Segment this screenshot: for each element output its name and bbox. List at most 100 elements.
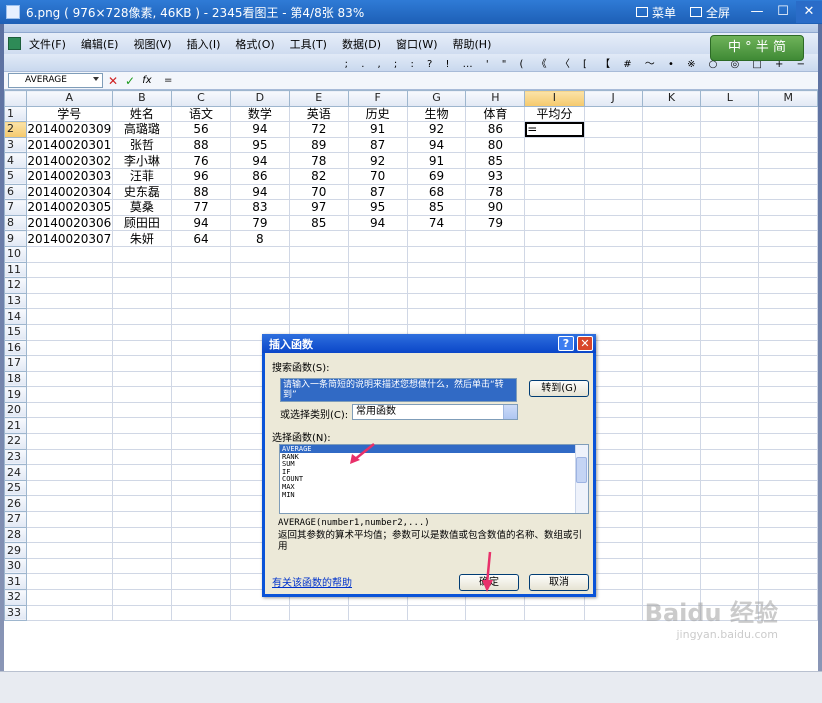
cell[interactable] bbox=[700, 464, 760, 481]
row-header[interactable]: 29 bbox=[4, 542, 27, 559]
cell[interactable] bbox=[25, 401, 113, 419]
help-icon[interactable]: ? bbox=[558, 336, 574, 351]
cell[interactable] bbox=[758, 292, 818, 310]
cell[interactable] bbox=[700, 557, 760, 575]
cell[interactable]: 76 bbox=[171, 152, 231, 169]
cell[interactable] bbox=[406, 277, 467, 294]
cell[interactable]: 20140020305 bbox=[25, 199, 113, 216]
cell[interactable]: 78 bbox=[465, 183, 526, 201]
dialog-close-icon[interactable]: ✕ bbox=[577, 336, 593, 351]
cell[interactable]: 语文 bbox=[171, 105, 231, 123]
cell[interactable] bbox=[583, 261, 643, 279]
column-header[interactable]: K bbox=[641, 90, 702, 107]
search-function-input[interactable]: 请输入一条简短的说明来描述您想做什么，然后单击“转到” bbox=[280, 378, 517, 402]
cell[interactable] bbox=[700, 183, 760, 201]
cell[interactable] bbox=[700, 433, 760, 450]
cell[interactable]: 69 bbox=[406, 167, 467, 185]
cell[interactable] bbox=[583, 604, 643, 622]
cell[interactable] bbox=[171, 589, 231, 606]
cell[interactable] bbox=[700, 542, 760, 559]
menu-data[interactable]: 数据(D) bbox=[342, 36, 381, 52]
cell[interactable] bbox=[524, 245, 585, 263]
cell[interactable] bbox=[229, 245, 290, 263]
cell[interactable] bbox=[347, 308, 408, 325]
cell[interactable]: 英语 bbox=[288, 105, 349, 123]
cell[interactable]: 91 bbox=[406, 152, 467, 169]
cell[interactable]: 85 bbox=[465, 152, 526, 169]
cell[interactable] bbox=[288, 277, 349, 294]
row-header[interactable]: 16 bbox=[4, 339, 27, 357]
cell[interactable] bbox=[171, 370, 231, 388]
cell[interactable] bbox=[700, 214, 760, 232]
row-header[interactable]: 13 bbox=[4, 292, 27, 310]
cell[interactable]: 20140020302 bbox=[25, 152, 113, 169]
cell[interactable] bbox=[25, 433, 113, 450]
cell[interactable] bbox=[288, 245, 349, 263]
cell[interactable]: 朱妍 bbox=[111, 230, 173, 247]
cell[interactable]: 85 bbox=[406, 199, 467, 216]
cell[interactable] bbox=[25, 245, 113, 263]
cell[interactable] bbox=[758, 557, 818, 575]
cell[interactable] bbox=[641, 573, 702, 590]
cell[interactable] bbox=[465, 308, 526, 325]
cell[interactable] bbox=[641, 401, 702, 419]
cell[interactable]: 68 bbox=[406, 183, 467, 201]
cell[interactable] bbox=[641, 464, 702, 481]
cell[interactable] bbox=[171, 495, 231, 513]
cell[interactable] bbox=[25, 511, 113, 528]
cell[interactable] bbox=[347, 604, 408, 622]
cell[interactable] bbox=[111, 308, 173, 325]
cell[interactable] bbox=[641, 183, 702, 201]
cell[interactable] bbox=[641, 121, 702, 138]
row-header[interactable]: 31 bbox=[4, 573, 27, 590]
cell[interactable] bbox=[641, 277, 702, 294]
cell[interactable] bbox=[700, 495, 760, 513]
cell[interactable] bbox=[288, 292, 349, 310]
cell[interactable] bbox=[641, 542, 702, 559]
cell[interactable] bbox=[641, 136, 702, 154]
column-header[interactable]: E bbox=[288, 90, 349, 107]
cell[interactable] bbox=[758, 245, 818, 263]
cell[interactable] bbox=[700, 136, 760, 154]
function-list-item[interactable]: MIN bbox=[280, 491, 588, 499]
cell[interactable] bbox=[758, 121, 818, 138]
cell[interactable] bbox=[171, 261, 231, 279]
cell[interactable] bbox=[700, 152, 760, 169]
cell[interactable]: 20140020301 bbox=[25, 136, 113, 154]
cell[interactable] bbox=[171, 557, 231, 575]
cell[interactable] bbox=[111, 557, 173, 575]
cell[interactable] bbox=[641, 433, 702, 450]
cell[interactable]: 20140020303 bbox=[25, 167, 113, 185]
cell[interactable]: 历史 bbox=[347, 105, 408, 123]
cell[interactable]: 94 bbox=[229, 152, 290, 169]
cell[interactable] bbox=[583, 121, 643, 138]
cancel-formula-icon[interactable]: ✕ bbox=[106, 74, 120, 88]
cell[interactable] bbox=[25, 323, 113, 341]
cell[interactable]: 92 bbox=[347, 152, 408, 169]
cell[interactable] bbox=[288, 308, 349, 325]
cell[interactable] bbox=[758, 433, 818, 450]
cell[interactable] bbox=[171, 464, 231, 481]
cell[interactable] bbox=[758, 526, 818, 544]
cell[interactable]: 87 bbox=[347, 136, 408, 154]
cell[interactable] bbox=[758, 323, 818, 341]
cell[interactable]: 86 bbox=[229, 167, 290, 185]
cell[interactable]: 顾田田 bbox=[111, 214, 173, 232]
column-header[interactable]: F bbox=[347, 90, 408, 107]
cell[interactable] bbox=[171, 479, 231, 497]
cell[interactable] bbox=[758, 105, 818, 123]
cell[interactable] bbox=[641, 479, 702, 497]
cell[interactable] bbox=[524, 214, 585, 232]
cell[interactable] bbox=[700, 261, 760, 279]
cell[interactable] bbox=[641, 339, 702, 357]
function-list-item[interactable]: IF bbox=[280, 468, 588, 476]
cell[interactable] bbox=[25, 573, 113, 590]
cell[interactable] bbox=[465, 261, 526, 279]
row-header[interactable]: 19 bbox=[4, 386, 27, 403]
cell[interactable] bbox=[524, 292, 585, 310]
cell[interactable] bbox=[641, 152, 702, 169]
cell[interactable] bbox=[111, 604, 173, 622]
cell[interactable] bbox=[583, 230, 643, 247]
cell[interactable] bbox=[171, 417, 231, 435]
cell[interactable] bbox=[641, 557, 702, 575]
